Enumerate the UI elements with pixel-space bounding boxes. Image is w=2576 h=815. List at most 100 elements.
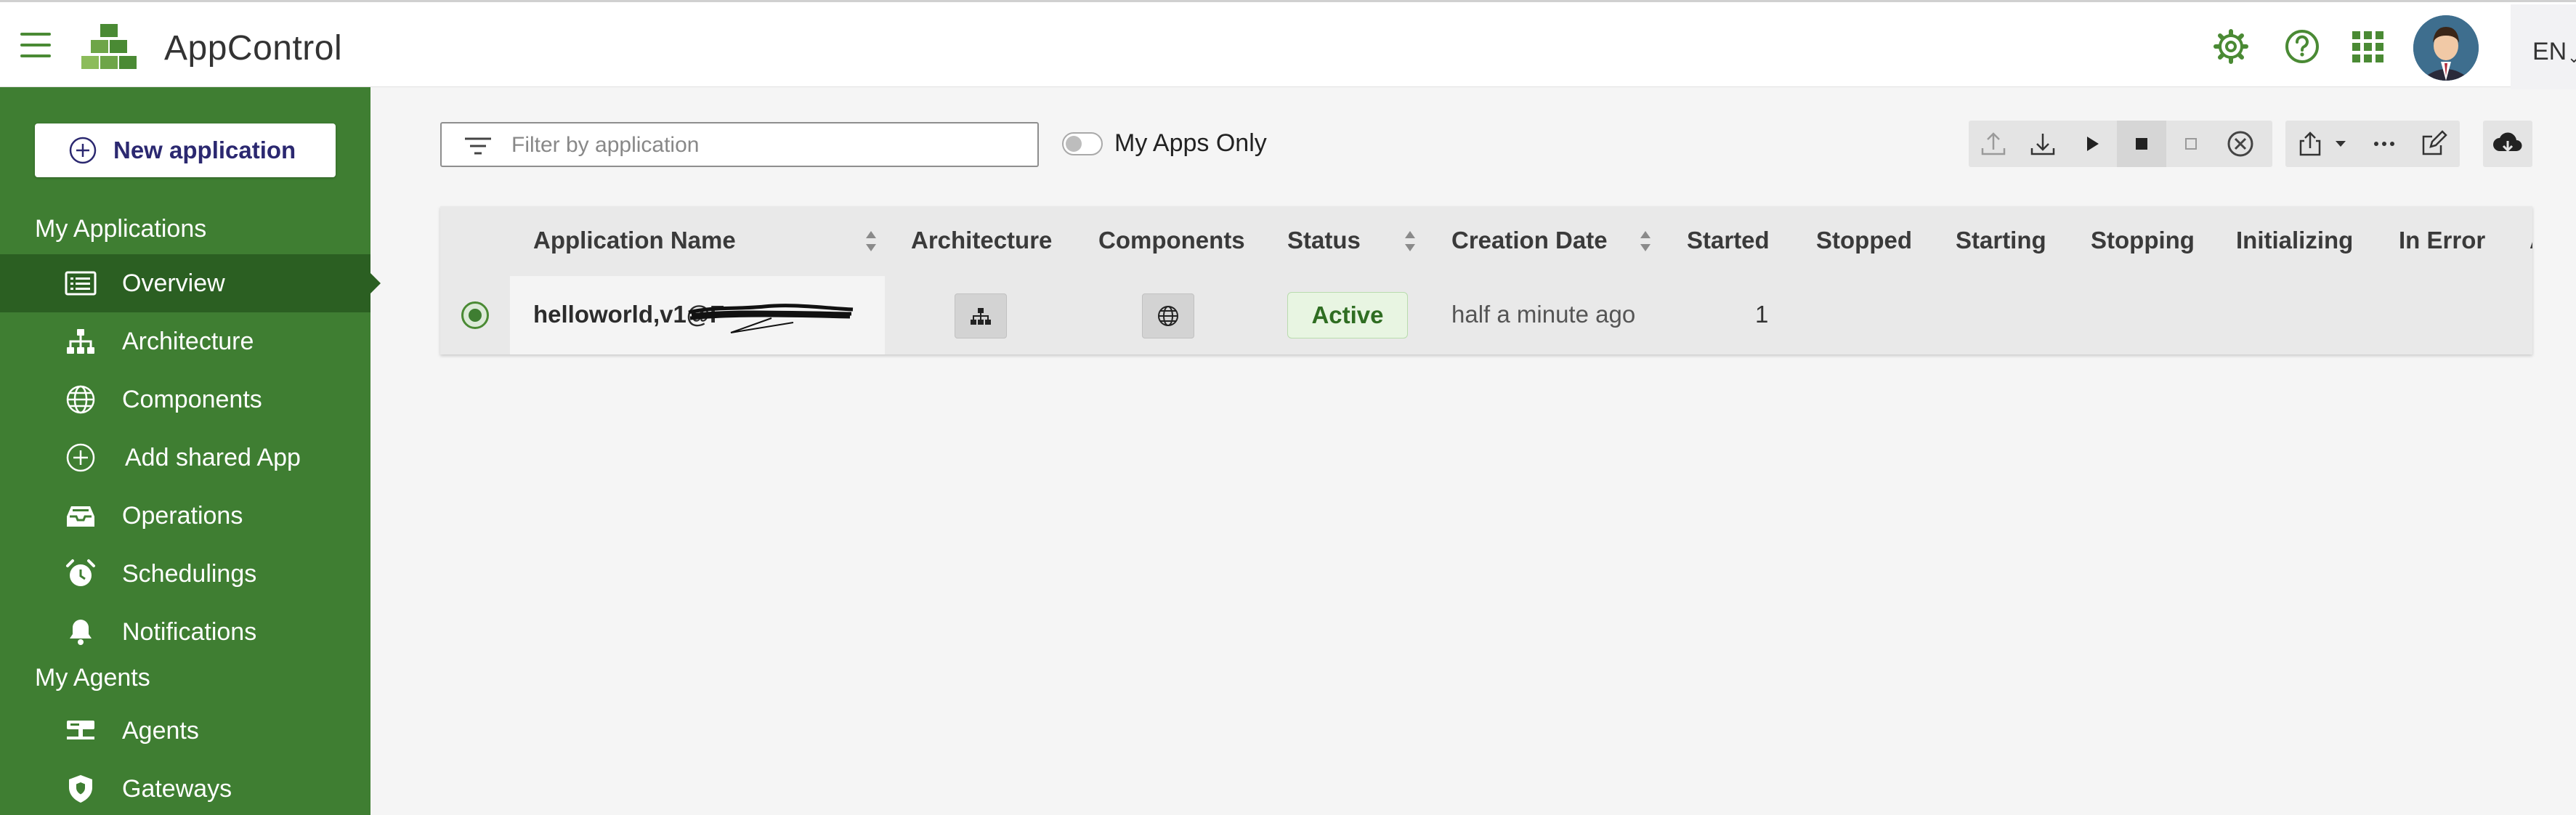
my-apps-only-toggle[interactable] bbox=[1062, 132, 1103, 155]
inbox-icon bbox=[67, 506, 94, 527]
apps-grid-icon[interactable] bbox=[2349, 28, 2386, 65]
appcontrol-logo bbox=[81, 24, 137, 69]
sidebar-item-components[interactable]: Components bbox=[0, 370, 370, 429]
filter-by-application bbox=[440, 122, 1039, 167]
shield-icon bbox=[69, 775, 92, 803]
sidebar-item-label: Notifications bbox=[122, 617, 257, 646]
settings-icon[interactable] bbox=[2213, 28, 2249, 65]
cancel-button[interactable] bbox=[2216, 121, 2265, 167]
app-manage-group bbox=[2285, 121, 2460, 167]
sidebar-item-add-shared-app[interactable]: Add shared App bbox=[0, 429, 370, 487]
plus-circle-icon bbox=[66, 443, 95, 472]
components-button[interactable] bbox=[1142, 293, 1194, 338]
cloud-download-group bbox=[2483, 121, 2532, 167]
toggle-knob bbox=[1066, 136, 1082, 152]
download-button[interactable] bbox=[2018, 121, 2067, 167]
sort-icon[interactable] bbox=[1639, 228, 1652, 254]
sitemap-icon bbox=[971, 308, 991, 325]
sidebar-item-gateways[interactable]: Gateways bbox=[0, 760, 370, 815]
sidebar-item-overview[interactable]: Overview bbox=[0, 254, 381, 312]
language-selector[interactable]: EN ⌄ bbox=[2511, 4, 2576, 89]
sidebar-item-label: Gateways bbox=[122, 774, 232, 803]
square-outline-icon bbox=[2185, 138, 2197, 150]
sidebar-item-label: Schedulings bbox=[122, 559, 257, 588]
section-my-agents[interactable]: My Agents bbox=[35, 664, 150, 692]
sidebar-item-label: Add shared App bbox=[125, 443, 301, 471]
table-row[interactable]: helloworld,v1@F Active half a minute ago… bbox=[440, 276, 2532, 354]
stop-icon bbox=[2136, 138, 2147, 150]
row-radio[interactable] bbox=[461, 301, 489, 329]
upload-icon bbox=[1981, 132, 2006, 155]
chevron-down-icon: ⌄ bbox=[2567, 48, 2576, 66]
share-dropdown-button[interactable] bbox=[2326, 121, 2355, 167]
sort-icon[interactable] bbox=[1404, 228, 1417, 254]
application-name-cell[interactable]: helloworld,v1@F bbox=[510, 276, 885, 354]
sidebar-item-label: Operations bbox=[122, 501, 243, 530]
sidebar-item-agents[interactable]: Agents bbox=[0, 702, 370, 760]
creation-date-value: half a minute ago bbox=[1451, 301, 1636, 328]
new-application-label: New application bbox=[113, 137, 296, 163]
sidebar-item-architecture[interactable]: Architecture bbox=[0, 312, 370, 370]
status-badge: Active bbox=[1287, 292, 1408, 338]
sidebar-item-notifications[interactable]: Notifications bbox=[0, 603, 370, 661]
user-avatar[interactable] bbox=[2413, 15, 2479, 81]
top-header: AppControl EN ⌄ bbox=[0, 0, 2576, 89]
column-in-error: In Error bbox=[2399, 227, 2486, 254]
architecture-button[interactable] bbox=[955, 293, 1007, 338]
column-starting: Starting bbox=[1956, 227, 2046, 254]
table-header: Application Name Architecture Components… bbox=[440, 206, 2532, 276]
column-application-name[interactable]: Application Name bbox=[533, 227, 736, 254]
sidebar-item-schedulings[interactable]: Schedulings bbox=[0, 545, 370, 603]
help-icon[interactable] bbox=[2284, 28, 2320, 65]
stop-button[interactable] bbox=[2117, 121, 2166, 167]
language-label: EN bbox=[2532, 38, 2567, 65]
redaction-scribble bbox=[688, 304, 854, 333]
column-stopping: Stopping bbox=[2091, 227, 2195, 254]
column-architecture: Architecture bbox=[911, 227, 1053, 254]
start-button[interactable] bbox=[2067, 121, 2117, 167]
column-stopped: Stopped bbox=[1816, 227, 1912, 254]
section-my-applications[interactable]: My Applications bbox=[35, 215, 206, 243]
play-icon bbox=[2087, 137, 2099, 151]
sidebar: New application My Applications Overview… bbox=[0, 87, 381, 815]
plus-circle-icon bbox=[69, 137, 97, 164]
app-title: AppControl bbox=[164, 29, 343, 68]
cloud-download-icon bbox=[2493, 132, 2522, 153]
new-application-button[interactable]: New application bbox=[35, 123, 336, 177]
column-components: Components bbox=[1098, 227, 1245, 254]
edit-icon bbox=[2422, 130, 2447, 155]
bell-icon bbox=[70, 620, 92, 645]
sidebar-item-operations[interactable]: Operations bbox=[0, 487, 370, 545]
sidebar-item-label: Components bbox=[122, 385, 262, 413]
edit-button[interactable] bbox=[2409, 121, 2458, 167]
sidebar-item-label: Architecture bbox=[122, 327, 254, 355]
sort-icon[interactable] bbox=[864, 228, 878, 254]
sidebar-item-label: Overview bbox=[122, 269, 225, 297]
applications-table: Application Name Architecture Components… bbox=[440, 206, 2532, 354]
more-options-button[interactable] bbox=[2360, 121, 2409, 167]
more-horizontal-icon bbox=[2374, 142, 2394, 146]
sidebar-item-label: Agents bbox=[122, 716, 199, 745]
upload-button[interactable] bbox=[1969, 121, 2018, 167]
column-more: A bbox=[2530, 227, 2532, 254]
globe-icon bbox=[66, 385, 95, 414]
deselect-button[interactable] bbox=[2166, 121, 2216, 167]
share-icon bbox=[2299, 131, 2321, 156]
radio-dot bbox=[469, 309, 482, 322]
close-circle-icon bbox=[2227, 131, 2253, 157]
filter-icon bbox=[465, 137, 491, 155]
started-count: 1 bbox=[1755, 301, 1769, 328]
cloud-download-button[interactable] bbox=[2483, 121, 2532, 167]
app-actions-group bbox=[1969, 121, 2272, 167]
filter-input[interactable] bbox=[511, 129, 1020, 161]
sitemap-icon bbox=[67, 329, 94, 354]
list-icon bbox=[65, 271, 97, 296]
column-creation-date[interactable]: Creation Date bbox=[1451, 227, 1608, 254]
row-select-cell[interactable] bbox=[440, 276, 510, 354]
globe-icon bbox=[1158, 306, 1178, 326]
my-apps-only-label: My Apps Only bbox=[1114, 129, 1267, 157]
column-status[interactable]: Status bbox=[1287, 227, 1361, 254]
menu-icon[interactable] bbox=[20, 33, 51, 57]
column-started: Started bbox=[1687, 227, 1770, 254]
alarm-clock-icon bbox=[66, 559, 95, 586]
